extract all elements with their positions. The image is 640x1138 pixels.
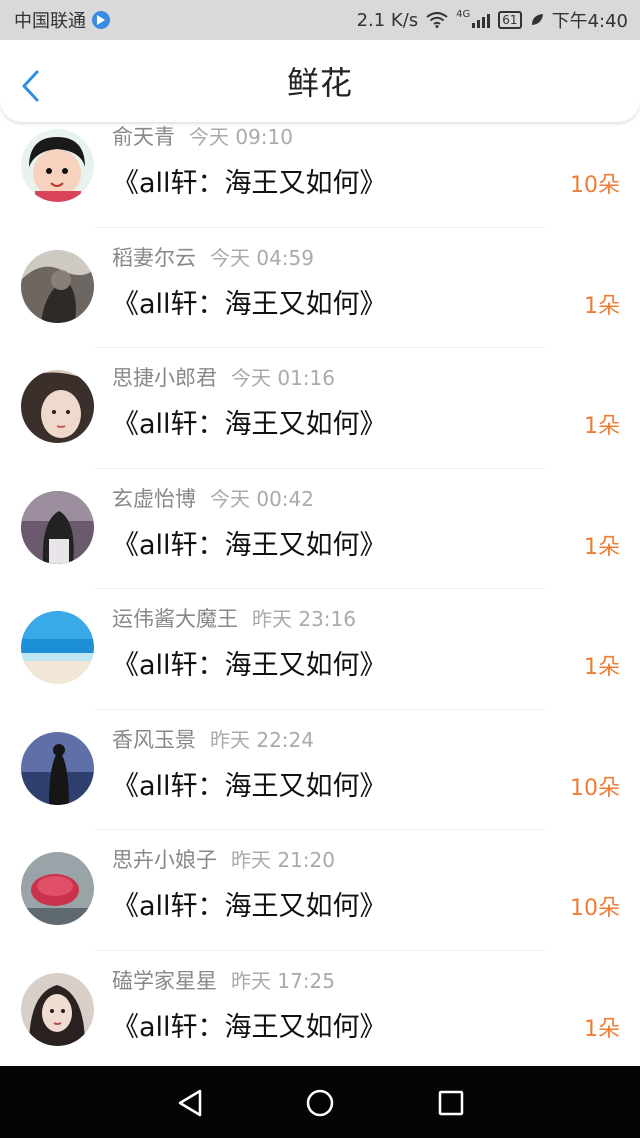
- timestamp: 今天 01:16: [231, 366, 335, 390]
- user-name: 稻妻尔云: [112, 245, 196, 270]
- list-item[interactable]: 运伟酱大魔王 昨天 23:16 《all轩：海王又如何》 1朵: [0, 589, 640, 710]
- avatar[interactable]: [21, 249, 94, 323]
- item-meta: 思捷小郎君 今天 01:16: [112, 362, 335, 392]
- back-arrow-icon: [22, 70, 39, 102]
- book-title: 《all轩：海王又如何》: [112, 770, 387, 802]
- book-title: 《all轩：海王又如何》: [112, 891, 387, 922]
- timestamp: 今天 00:42: [210, 486, 314, 511]
- book-title: 《all轩：海王又如何》: [112, 650, 387, 681]
- flower-count: 10朵: [570, 173, 620, 198]
- timestamp: 昨天 22:24: [210, 727, 314, 752]
- flower-list: 俞天青 今天 09:10 《all轩：海王又如何》 10朵 稻妻尔云 今天 04:5…: [0, 122, 640, 1066]
- recents-nav-icon[interactable]: [436, 1088, 466, 1118]
- flower-count: 1朵: [584, 534, 620, 560]
- status-right: 2.1 K/s 4G 61 下午4:40: [357, 7, 628, 33]
- avatar[interactable]: [21, 370, 94, 443]
- list-item[interactable]: 玄虚怡博 今天 00:42 《all轩：海王又如何》 1朵: [0, 469, 640, 589]
- flower-count: 10朵: [570, 775, 620, 801]
- timestamp: 昨天 23:16: [252, 607, 356, 631]
- book-title: 《all轩：海王又如何》: [112, 409, 387, 440]
- timestamp: 今天 09:10: [189, 125, 293, 149]
- list-item[interactable]: 磕学家星星 昨天 17:25 《all轩：海王又如何》 1朵: [0, 951, 640, 1067]
- avatar[interactable]: [21, 611, 94, 684]
- flower-count: 10朵: [570, 896, 620, 921]
- clock: 下午4:40: [551, 11, 628, 32]
- user-name: 俞天青: [112, 125, 175, 149]
- system-nav-bar: [0, 1066, 640, 1138]
- avatar[interactable]: [21, 731, 94, 805]
- item-meta: 玄虚怡博 今天 00:42: [112, 483, 314, 513]
- avatar[interactable]: [21, 129, 94, 202]
- list-item[interactable]: 思卉小娘子 昨天 21:20 《all轩：海王又如何》 10朵: [0, 830, 640, 951]
- avatar[interactable]: [21, 490, 94, 564]
- carrier-label: 中国联通: [14, 11, 86, 32]
- status-bar: 中国联通 2.1 K/s 4G 61 下午4:40: [0, 0, 640, 40]
- flower-count: 1朵: [584, 414, 620, 439]
- leaf-icon: [531, 14, 543, 25]
- carrier-location-icon: [92, 11, 110, 29]
- item-meta: 香风玉景 昨天 22:24: [112, 724, 314, 754]
- battery-icon: 61: [498, 11, 522, 29]
- network-speed: 2.1 K/s: [356, 9, 419, 31]
- page-title: 鲜花: [286, 64, 353, 102]
- user-name: 玄虚怡博: [112, 486, 196, 511]
- user-name: 思卉小娘子: [112, 848, 217, 872]
- back-nav-icon[interactable]: [175, 1088, 205, 1118]
- list-item[interactable]: 思捷小郎君 今天 01:16 《all轩：海王又如何》 1朵: [0, 348, 640, 469]
- flower-count: 1朵: [584, 655, 620, 680]
- book-title: 《all轩：海王又如何》: [112, 168, 387, 199]
- book-title: 《all轩：海王又如何》: [112, 529, 387, 561]
- book-title: 《all轩：海王又如何》: [112, 288, 387, 320]
- book-title: 《all轩：海王又如何》: [112, 1011, 387, 1043]
- network-type: 4G: [456, 8, 471, 20]
- avatar[interactable]: [21, 852, 94, 925]
- user-name: 香风玉景: [112, 727, 196, 752]
- timestamp: 昨天 21:20: [231, 848, 335, 872]
- status-left: 中国联通: [14, 7, 110, 33]
- avatar[interactable]: [21, 972, 94, 1046]
- signal-icon: [472, 12, 491, 28]
- timestamp: 今天 04:59: [210, 245, 314, 270]
- user-name: 磕学家星星: [112, 968, 217, 993]
- item-meta: 俞天青 今天 09:10: [112, 122, 293, 151]
- wifi-icon: [426, 12, 448, 28]
- user-name: 运伟酱大魔王: [112, 607, 238, 631]
- flower-count: 1朵: [584, 293, 620, 319]
- list-item[interactable]: 稻妻尔云 今天 04:59 《all轩：海王又如何》 1朵: [0, 228, 640, 348]
- list-item[interactable]: 香风玉景 昨天 22:24 《all轩：海王又如何》 10朵: [0, 710, 640, 830]
- back-button[interactable]: [20, 66, 50, 106]
- item-meta: 运伟酱大魔王 昨天 23:16: [112, 603, 356, 633]
- item-meta: 思卉小娘子 昨天 21:20: [112, 844, 335, 874]
- flower-count: 1朵: [584, 1016, 620, 1042]
- timestamp: 昨天 17:25: [231, 968, 335, 993]
- home-nav-icon[interactable]: [305, 1088, 335, 1118]
- nav-bar: 鲜花: [0, 40, 640, 122]
- list-item[interactable]: 俞天青 今天 09:10 《all轩：海王又如何》 10朵: [0, 122, 640, 228]
- item-meta: 稻妻尔云 今天 04:59: [112, 242, 314, 272]
- item-meta: 磕学家星星 昨天 17:25: [112, 965, 335, 995]
- user-name: 思捷小郎君: [112, 366, 217, 390]
